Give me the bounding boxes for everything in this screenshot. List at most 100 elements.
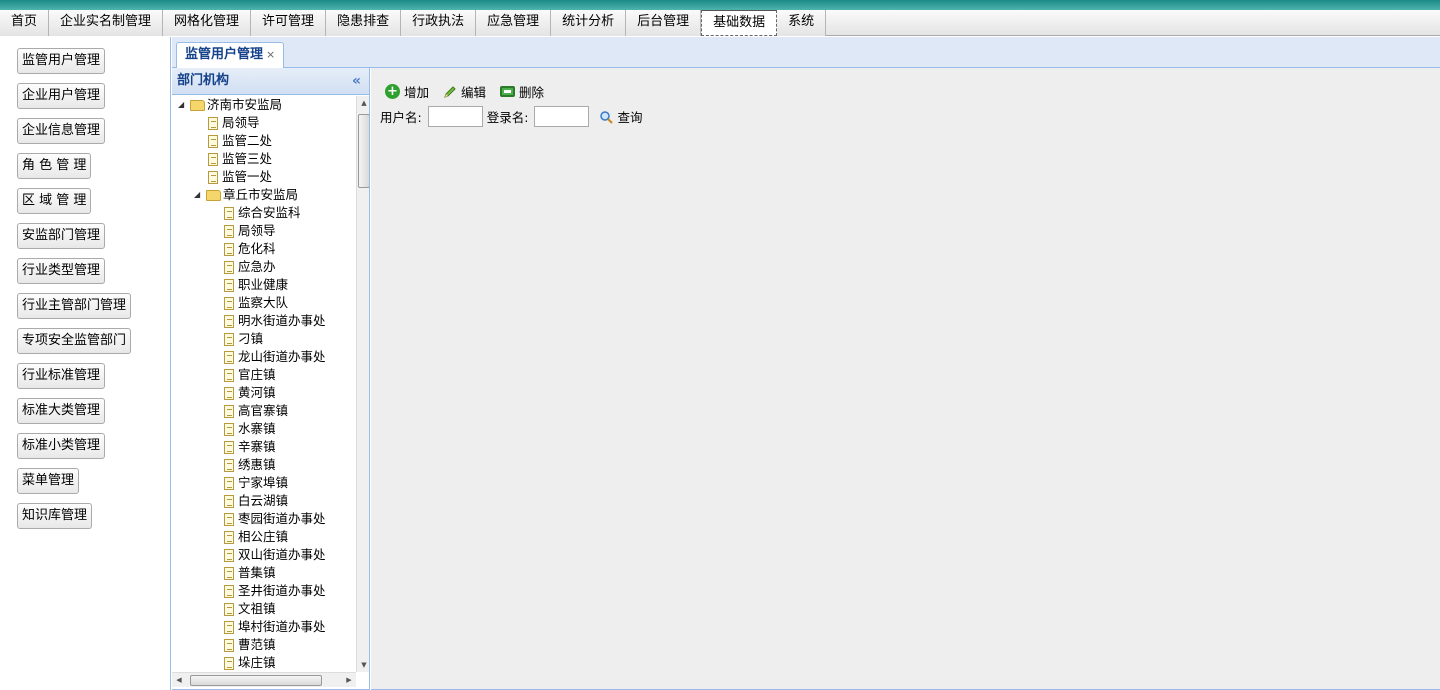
tree-leaf-node[interactable]: 监察大队 [224,294,288,312]
menu-item-4[interactable]: 隐患排查 [326,10,402,36]
tree-node-label: 应急办 [238,259,276,274]
sidebar-item-0[interactable]: 监管用户管理 [17,48,106,74]
sidebar-item-10[interactable]: 标准大类管理 [17,398,106,424]
tree-leaf-node[interactable]: 文祖镇 [224,600,276,618]
tree-node-label: 龙山街道办事处 [238,349,326,364]
tree-leaf-node[interactable]: 刁镇 [224,330,263,348]
sidebar-item-2[interactable]: 企业信息管理 [17,118,106,144]
tree-expand-toggle-icon[interactable]: ◢ [194,186,204,204]
document-icon [224,368,234,382]
tree-leaf-node[interactable]: 埠村街道办事处 [224,618,326,636]
tab-supervisor-user-management[interactable]: 监管用户管理 × [176,42,285,68]
menu-item-7[interactable]: 统计分析 [551,10,627,36]
tree-folder-node[interactable]: ◢ 济南市安监局 [178,96,282,114]
main-menu-bar: 首页 企业实名制管理 网格化管理 许可管理 隐患排查 行政执法 应急管理 统计分析 后台管理 基础… [0,10,1440,36]
main-content: + 增加 编辑 删除 用户名: 登录名: 查询 [371,68,1440,690]
magnifier-icon [600,110,614,124]
menu-item-2[interactable]: 网格化管理 [163,10,252,36]
username-label: 用户名: [380,110,422,125]
scroll-up-arrow-icon[interactable]: ▲ [357,96,369,110]
tree-leaf-node[interactable]: 水寨镇 [224,420,276,438]
tree-node-label: 刁镇 [238,331,264,346]
sidebar-item-6[interactable]: 行业类型管理 [17,258,106,284]
tree-leaf-node[interactable]: 监管二处 [208,132,272,150]
sidebar-item-3[interactable]: 角 色 管 理 [17,153,92,179]
tree-leaf-node[interactable]: 监管三处 [208,150,272,168]
tree-horizontal-scrollbar[interactable]: ◀ ▶ [172,672,356,687]
tree-leaf-node[interactable]: 局领导 [208,114,260,132]
tree-leaf-node[interactable]: 宁家埠镇 [224,474,288,492]
add-button[interactable]: + 增加 [385,82,429,101]
tree-leaf-node[interactable]: 白云湖镇 [224,492,288,510]
tree-leaf-node[interactable]: 双山街道办事处 [224,546,326,564]
tree-leaf-node[interactable]: 垛庄镇 [224,654,276,672]
tree-vertical-scrollbar[interactable]: ▲ ▼ [356,96,369,672]
tree-node-label: 宁家埠镇 [238,475,289,490]
sidebar-item-4[interactable]: 区 域 管 理 [17,188,92,214]
tree-leaf-node[interactable]: 危化科 [224,240,276,258]
sidebar-item-8[interactable]: 专项安全监管部门 [17,328,132,354]
sidebar-item-11[interactable]: 标准小类管理 [17,433,106,459]
collapse-panel-icon[interactable]: « [352,68,361,94]
tree-leaf-node[interactable]: 辛寨镇 [224,438,276,456]
tree-node-label: 监察大队 [238,295,289,310]
sidebar-item-9[interactable]: 行业标准管理 [17,363,106,389]
sidebar-item-1[interactable]: 企业用户管理 [17,83,106,109]
sidebar-item-5[interactable]: 安监部门管理 [17,223,106,249]
tree-leaf-node[interactable]: 明水街道办事处 [224,312,326,330]
delete-button[interactable]: 删除 [500,82,544,101]
tree-leaf-node[interactable]: 龙山街道办事处 [224,348,326,366]
menu-item-10[interactable]: 系统 [777,10,827,36]
tree-leaf-node[interactable]: 职业健康 [224,276,288,294]
document-icon [224,422,234,436]
edit-button[interactable]: 编辑 [443,82,486,101]
login-name-label: 登录名: [486,110,529,125]
sidebar: 监管用户管理 企业用户管理 企业信息管理角 色 管 理区 域 管 理安监部门管理 行业… [0,37,171,690]
tree-leaf-node[interactable]: 相公庄镇 [224,528,288,546]
scroll-left-arrow-icon[interactable]: ◀ [172,673,186,688]
tree-node-label: 局领导 [222,115,260,130]
menu-item-1[interactable]: 企业实名制管理 [49,10,164,36]
tree-node-label: 埠村街道办事处 [238,619,326,634]
tree-folder-node[interactable]: ◢ 章丘市安监局 [194,186,298,204]
menu-item-6[interactable]: 应急管理 [476,10,552,36]
menu-item-5[interactable]: 行政执法 [401,10,477,36]
tab-close-icon[interactable]: × [266,48,275,61]
tree-leaf-node[interactable]: 监管一处 [208,168,272,186]
tree-leaf-node[interactable]: 综合安监科 [224,204,301,222]
scroll-thumb[interactable] [358,114,369,188]
scroll-right-arrow-icon[interactable]: ▶ [342,673,356,688]
tree-expand-toggle-icon[interactable]: ◢ [178,96,188,114]
menu-item-0[interactable]: 首页 [0,10,50,36]
tree-leaf-node[interactable]: 普集镇 [224,564,276,582]
document-icon [224,638,234,652]
document-icon [224,602,234,616]
tree-leaf-node[interactable]: 黄河镇 [224,384,276,402]
document-icon [224,332,234,346]
tree-node-label: 曹范镇 [238,637,276,652]
scroll-thumb-horizontal[interactable] [190,675,322,686]
tree-leaf-node[interactable]: 曹范镇 [224,636,276,654]
tree-leaf-node[interactable]: 高官寨镇 [224,402,288,420]
tree-leaf-node[interactable]: 官庄镇 [224,366,276,384]
document-icon [224,512,234,526]
sidebar-item-7[interactable]: 行业主管部门管理 [17,293,132,319]
sidebar-item-12[interactable]: 菜单管理 [17,468,80,494]
tree-leaf-node[interactable]: 绣惠镇 [224,456,276,474]
tree-panel-title: 部门机构 [177,73,230,88]
tree-leaf-node[interactable]: 局领导 [224,222,276,240]
department-tree: ◢ 济南市安监局 局领导 监管二处 监管三处 监管一处 ◢ 章丘市安监局 综合安监科 局领导 危化科… [172,96,356,672]
sidebar-item-13[interactable]: 知识库管理 [17,503,93,529]
scroll-down-arrow-icon[interactable]: ▼ [357,658,369,672]
tree-leaf-node[interactable]: 枣园街道办事处 [224,510,326,528]
menu-item-8[interactable]: 后台管理 [626,10,702,36]
tree-leaf-node[interactable]: 圣井街道办事处 [224,582,326,600]
username-input[interactable] [427,106,483,127]
login-name-input[interactable] [534,106,590,127]
query-button[interactable]: 查询 [599,107,642,126]
tree-leaf-node[interactable]: 应急办 [224,258,276,276]
tree-node-label: 辛寨镇 [238,439,276,454]
menu-item-3[interactable]: 许可管理 [251,10,327,36]
menu-item-9[interactable]: 基础数据 [701,10,778,36]
tree-node-label: 官庄镇 [238,367,276,382]
